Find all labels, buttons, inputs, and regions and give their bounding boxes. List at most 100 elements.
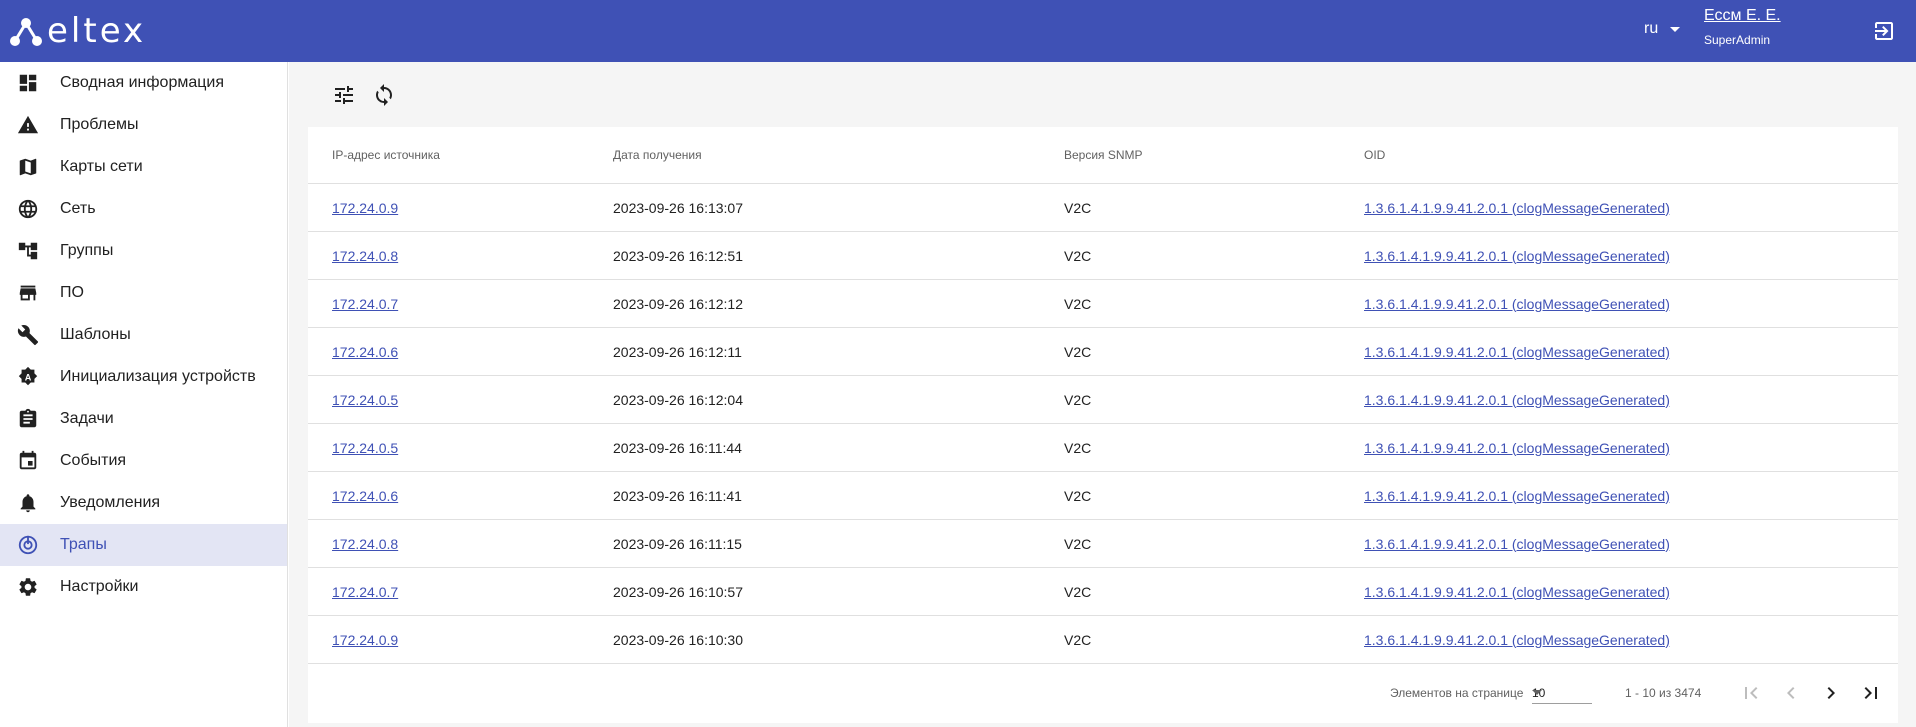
logout-icon[interactable]	[1872, 19, 1896, 43]
next-page-button[interactable]	[1819, 681, 1843, 705]
language-selector[interactable]: ru	[1644, 20, 1681, 38]
source-ip-link[interactable]: 172.24.0.6	[332, 488, 398, 504]
chevron-down-icon	[1532, 690, 1542, 695]
column-header-snmp-version[interactable]: Версия SNMP	[1064, 148, 1364, 162]
wrench-icon	[17, 324, 39, 346]
sidebar-item-label: Карты сети	[60, 158, 143, 175]
source-ip-link[interactable]: 172.24.0.5	[332, 392, 398, 408]
oid-link[interactable]: 1.3.6.1.4.1.9.9.41.2.0.1 (clogMessageGen…	[1364, 344, 1670, 360]
sidebar-item-label: Проблемы	[60, 116, 139, 133]
sidebar-item-label: Инициализация устройств	[60, 368, 256, 385]
sidebar-item-traps[interactable]: Трапы	[0, 524, 287, 566]
first-page-icon	[1745, 687, 1758, 699]
sidebar-item-device-init[interactable]: A Инициализация устройств	[0, 356, 287, 398]
snmp-version: V2C	[1064, 535, 1092, 552]
source-ip-link[interactable]: 172.24.0.7	[332, 296, 398, 312]
logo-text: eltex	[47, 11, 147, 51]
source-ip-link[interactable]: 172.24.0.6	[332, 344, 398, 360]
first-page-button[interactable]	[1739, 681, 1763, 705]
sidebar-item-label: Уведомления	[60, 494, 161, 511]
snmp-version: V2C	[1064, 631, 1092, 648]
last-page-icon	[1864, 687, 1877, 699]
snmp-version: V2C	[1064, 487, 1092, 504]
last-page-button[interactable]	[1859, 681, 1883, 705]
source-ip-link[interactable]: 172.24.0.8	[332, 248, 398, 264]
sidebar-item-label: Задачи	[60, 410, 114, 427]
table-row: 172.24.0.5 2023-09-26 16:12:04 V2C 1.3.6…	[308, 376, 1898, 424]
map-icon	[17, 156, 39, 178]
page-range: 1 - 10 из 3474	[1625, 686, 1702, 700]
received-date: 2023-09-26 16:10:57	[613, 583, 743, 600]
sidebar-item-network[interactable]: Сеть	[0, 188, 287, 230]
gear-icon	[17, 576, 39, 598]
oid-link[interactable]: 1.3.6.1.4.1.9.9.41.2.0.1 (clogMessageGen…	[1364, 392, 1670, 408]
table-row: 172.24.0.8 2023-09-26 16:12:51 V2C 1.3.6…	[308, 232, 1898, 280]
user-role: SuperAdmin	[1704, 33, 1771, 47]
oid-link[interactable]: 1.3.6.1.4.1.9.9.41.2.0.1 (clogMessageGen…	[1364, 296, 1670, 312]
sidebar-item-settings[interactable]: Настройки	[0, 566, 287, 608]
sidebar-item-problems[interactable]: Проблемы	[0, 104, 287, 146]
table-row: 172.24.0.7 2023-09-26 16:10:57 V2C 1.3.6…	[308, 568, 1898, 616]
logo-mark-icon	[10, 18, 42, 46]
filter-settings-button[interactable]	[331, 82, 357, 108]
oid-link[interactable]: 1.3.6.1.4.1.9.9.41.2.0.1 (clogMessageGen…	[1364, 248, 1670, 264]
sidebar-item-network-maps[interactable]: Карты сети	[0, 146, 287, 188]
oid-link[interactable]: 1.3.6.1.4.1.9.9.41.2.0.1 (clogMessageGen…	[1364, 488, 1670, 504]
source-ip-link[interactable]: 172.24.0.5	[332, 440, 398, 456]
sidebar-item-software[interactable]: ПО	[0, 272, 287, 314]
received-date: 2023-09-26 16:12:04	[613, 391, 743, 408]
eltex-logo[interactable]: eltex	[9, 11, 147, 51]
table-row: 172.24.0.5 2023-09-26 16:11:44 V2C 1.3.6…	[308, 424, 1898, 472]
oid-link[interactable]: 1.3.6.1.4.1.9.9.41.2.0.1 (clogMessageGen…	[1364, 440, 1670, 456]
sidebar-item-label: Группы	[60, 242, 114, 259]
received-date: 2023-09-26 16:13:07	[613, 199, 743, 216]
snmp-version: V2C	[1064, 343, 1092, 360]
source-ip-link[interactable]: 172.24.0.7	[332, 584, 398, 600]
trap-icon	[17, 534, 39, 556]
toolbar	[308, 62, 1898, 127]
sidebar-item-events[interactable]: События	[0, 440, 287, 482]
oid-link[interactable]: 1.3.6.1.4.1.9.9.41.2.0.1 (clogMessageGen…	[1364, 200, 1670, 216]
sidebar-item-dashboard[interactable]: Сводная информация	[0, 62, 287, 104]
language-value: ru	[1644, 20, 1659, 37]
sidebar-item-groups[interactable]: Группы	[0, 230, 287, 272]
store-icon	[17, 282, 39, 304]
column-header-oid[interactable]: OID	[1364, 148, 1864, 162]
sidebar-item-notifications[interactable]: Уведомления	[0, 482, 287, 524]
source-ip-link[interactable]: 172.24.0.9	[332, 632, 398, 648]
sidebar-item-label: Трапы	[60, 536, 107, 553]
traps-table: IP-адрес источника Дата получения Версия…	[308, 127, 1898, 723]
column-header-source-ip[interactable]: IP-адрес источника	[332, 148, 613, 162]
paginator: Элементов на странице 10 1 - 10 из 3474	[308, 664, 1898, 723]
table-row: 172.24.0.9 2023-09-26 16:10:30 V2C 1.3.6…	[308, 616, 1898, 664]
received-date: 2023-09-26 16:10:30	[613, 631, 743, 648]
oid-link[interactable]: 1.3.6.1.4.1.9.9.41.2.0.1 (clogMessageGen…	[1364, 536, 1670, 552]
dashboard-icon	[17, 72, 39, 94]
user-name-link[interactable]: Ессм Е. Е.	[1704, 7, 1781, 25]
bell-icon	[17, 492, 39, 514]
clipboard-icon	[17, 408, 39, 430]
source-ip-link[interactable]: 172.24.0.8	[332, 536, 398, 552]
oid-link[interactable]: 1.3.6.1.4.1.9.9.41.2.0.1 (clogMessageGen…	[1364, 632, 1670, 648]
received-date: 2023-09-26 16:12:12	[613, 295, 743, 312]
main-content: IP-адрес источника Дата получения Версия…	[289, 62, 1916, 727]
previous-page-button[interactable]	[1779, 681, 1803, 705]
svg-text:A: A	[25, 373, 32, 383]
refresh-button[interactable]	[371, 82, 397, 108]
sidebar-item-tasks[interactable]: Задачи	[0, 398, 287, 440]
refresh-icon	[376, 83, 392, 106]
chevron-right-icon	[1827, 687, 1835, 699]
table-row: 172.24.0.8 2023-09-26 16:11:15 V2C 1.3.6…	[308, 520, 1898, 568]
received-date: 2023-09-26 16:11:44	[613, 439, 742, 456]
auto-gear-icon: A	[17, 366, 39, 388]
traps-panel: IP-адрес источника Дата получения Версия…	[308, 62, 1898, 727]
snmp-version: V2C	[1064, 583, 1092, 600]
tune-icon	[335, 85, 353, 104]
column-header-received-date[interactable]: Дата получения	[613, 148, 1064, 162]
source-ip-link[interactable]: 172.24.0.9	[332, 200, 398, 216]
oid-link[interactable]: 1.3.6.1.4.1.9.9.41.2.0.1 (clogMessageGen…	[1364, 584, 1670, 600]
received-date: 2023-09-26 16:11:41	[613, 487, 742, 504]
page-size-select[interactable]: 10	[1532, 680, 1592, 704]
sidebar-item-label: Сводная информация	[60, 74, 224, 91]
sidebar-item-templates[interactable]: Шаблоны	[0, 314, 287, 356]
